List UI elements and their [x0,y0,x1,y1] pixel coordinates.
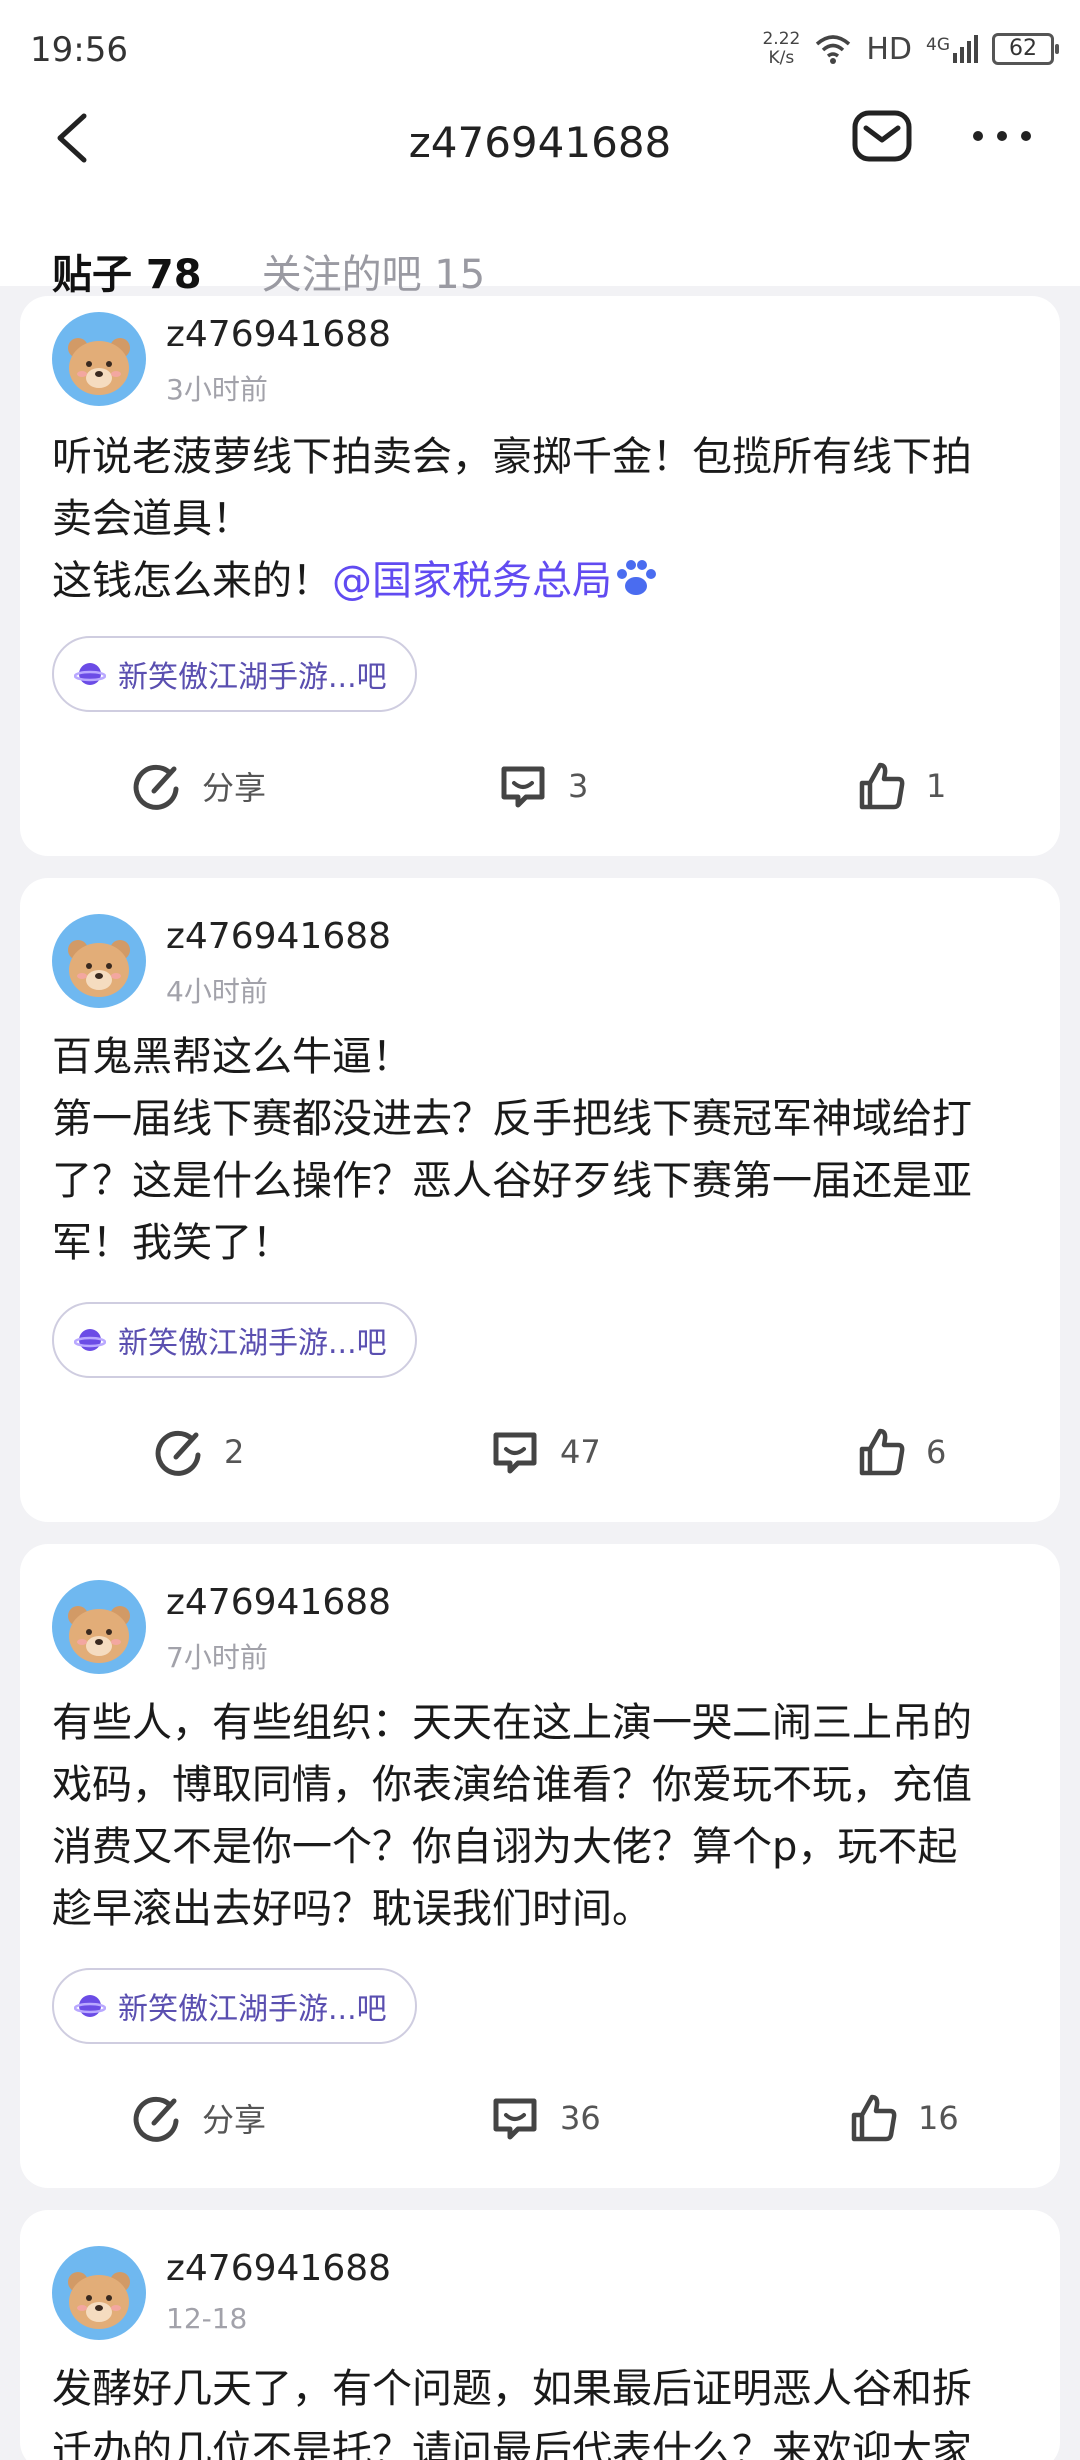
share-count: 2 [224,1433,245,1471]
comment-icon [493,2098,537,2140]
planet-icon [74,1995,106,2017]
like-count: 16 [918,2099,959,2137]
bear-avatar-icon [68,2272,130,2329]
comment-icon [501,766,545,808]
network-speed-value: 2.22 [762,29,801,49]
mail-icon[interactable] [852,110,912,162]
post-actions: 2 47 6 [20,1422,1060,1482]
bear-avatar-icon [68,1606,130,1663]
post-line: 第一届线下赛都没进去？反手把线下赛冠军神域给打 [52,1096,972,1142]
like-button[interactable]: 1 [854,756,946,816]
status-bar: 19:56 2.22 K/s HD 4G 62 [0,0,1080,96]
post-time: 4小时前 [166,975,268,1008]
post-card[interactable]: z476941688 7小时前 有些人，有些组织：天天在这上演一哭二闹三上吊的 … [20,1544,1060,2188]
post-card[interactable]: z476941688 3小时前 听说老菠萝线下拍卖会，豪掷千金！包揽所有线下拍 … [20,296,1060,856]
comment-count: 36 [560,2099,601,2137]
more-options-icon[interactable] [970,118,1034,154]
tab-followed-forums[interactable]: 关注的吧 15 [262,242,486,300]
like-button[interactable]: 16 [846,2088,959,2148]
signal-icon: 4G [926,35,978,63]
post-line: 百鬼黑帮这么牛逼！ [52,1034,412,1080]
share-button[interactable]: 2 [152,1422,244,1482]
post-content[interactable]: 有些人，有些组织：天天在这上演一哭二闹三上吊的 戏码，博取同情，你表演给谁看？你… [52,1692,1042,1940]
post-username[interactable]: z476941688 [166,314,391,355]
tab-posts[interactable]: 贴子 78 [52,242,202,306]
comment-button[interactable]: 3 [496,756,588,816]
network-speed-unit: K/s [768,48,795,68]
post-time: 7小时前 [166,1641,268,1674]
forum-tag-label: 新笑傲江湖手游...吧 [118,660,387,695]
thumbs-up-icon [859,1428,905,1476]
post-username[interactable]: z476941688 [166,916,391,957]
signal-label: 4G [926,35,950,55]
post-actions: 分享 3 1 [20,756,1060,816]
comment-count: 47 [560,1433,601,1471]
post-line: 戏码，博取同情，你表演给谁看？你爱玩不玩，充值 [52,1762,972,1808]
avatar[interactable] [52,1580,146,1674]
thumbs-up-icon [851,2094,897,2142]
comment-button[interactable]: 36 [488,2088,601,2148]
share-button[interactable]: 分享 [130,2088,266,2148]
planet-icon [74,1329,106,1351]
network-type: HD [866,31,912,67]
post-line: 迁办的几位不是托？请问最后代表什么？来欢迎大家 [52,2428,972,2460]
post-line: 发酵好几天了，有个问题，如果最后证明恶人谷和拆 [52,2366,972,2412]
forum-tag[interactable]: 新笑傲江湖手游...吧 [52,1968,417,2044]
battery-icon: 62 [992,33,1059,65]
tab-bar: 贴子 78 关注的吧 15 [52,242,486,306]
post-time: 3小时前 [166,373,268,406]
post-line: 听说老菠萝线下拍卖会，豪掷千金！包揽所有线下拍 [52,434,972,480]
post-line: 有些人，有些组织：天天在这上演一哭二闹三上吊的 [52,1700,972,1746]
avatar[interactable] [52,312,146,406]
header: z476941688 贴子 78 关注的吧 15 [0,96,1080,306]
post-line: 了？这是什么操作？恶人谷好歹线下赛第一届还是亚 [52,1158,972,1204]
forum-tag-label: 新笑傲江湖手游...吧 [118,1326,387,1361]
thumbs-up-icon [859,762,905,810]
like-count: 1 [926,767,947,805]
forum-tag-label: 新笑傲江湖手游...吧 [118,1992,387,2027]
planet-icon [74,663,106,685]
paw-icon [617,560,656,595]
post-line: 卖会道具！ [52,496,252,542]
like-button[interactable]: 6 [854,1422,946,1482]
post-line: 消费又不是你一个？你自诩为大佬？算个p，玩不起 [52,1824,958,1870]
avatar[interactable] [52,2246,146,2340]
post-username[interactable]: z476941688 [166,1582,391,1623]
page-title: z476941688 [408,118,672,167]
post-time: 12-18 [166,2302,248,2335]
comment-button[interactable]: 47 [488,1422,601,1482]
share-button[interactable]: 分享 [130,756,266,816]
post-username[interactable]: z476941688 [166,2248,391,2289]
share-icon [133,2096,179,2142]
post-content[interactable]: 发酵好几天了，有个问题，如果最后证明恶人谷和拆 迁办的几位不是托？请问最后代表什… [52,2358,1042,2460]
share-label: 分享 [202,2101,267,2139]
post-content[interactable]: 听说老菠萝线下拍卖会，豪掷千金！包揽所有线下拍 卖会道具！ 这钱怎么来的！@国家… [52,426,1042,612]
share-icon [133,764,179,810]
battery-level: 62 [1009,36,1037,61]
post-card[interactable]: z476941688 12-18 发酵好几天了，有个问题，如果最后证明恶人谷和拆… [20,2210,1060,2460]
mention-link[interactable]: @国家税务总局 [332,558,612,604]
tab-followed-forums-label: 关注的吧 15 [261,252,486,298]
post-line: 趁早滚出去好吗？耽误我们时间。 [52,1886,652,1932]
forum-tag[interactable]: 新笑傲江湖手游...吧 [52,1302,417,1378]
share-icon [155,1430,201,1476]
post-actions: 分享 36 16 [20,2088,1060,2148]
forum-tag[interactable]: 新笑傲江湖手游...吧 [52,636,417,712]
network-speed: 2.22 K/s [762,30,800,68]
avatar[interactable] [52,914,146,1008]
post-line: 这钱怎么来的！@国家税务总局 [52,550,1042,612]
bear-avatar-icon [68,940,130,997]
wifi-icon [816,35,851,64]
tab-posts-label: 贴子 78 [52,252,202,298]
post-content[interactable]: 百鬼黑帮这么牛逼！ 第一届线下赛都没进去？反手把线下赛冠军神域给打 了？这是什么… [52,1026,1042,1274]
post-line: 军！我笑了！ [52,1220,292,1266]
post-card[interactable]: z476941688 4小时前 百鬼黑帮这么牛逼！ 第一届线下赛都没进去？反手把… [20,878,1060,1522]
comment-count: 3 [568,767,589,805]
like-count: 6 [926,1433,947,1471]
share-label: 分享 [202,769,267,807]
post-line-text: 这钱怎么来的！ [52,558,332,604]
comment-icon [493,1432,537,1474]
status-time: 19:56 [30,30,128,70]
bear-avatar-icon [68,338,130,395]
